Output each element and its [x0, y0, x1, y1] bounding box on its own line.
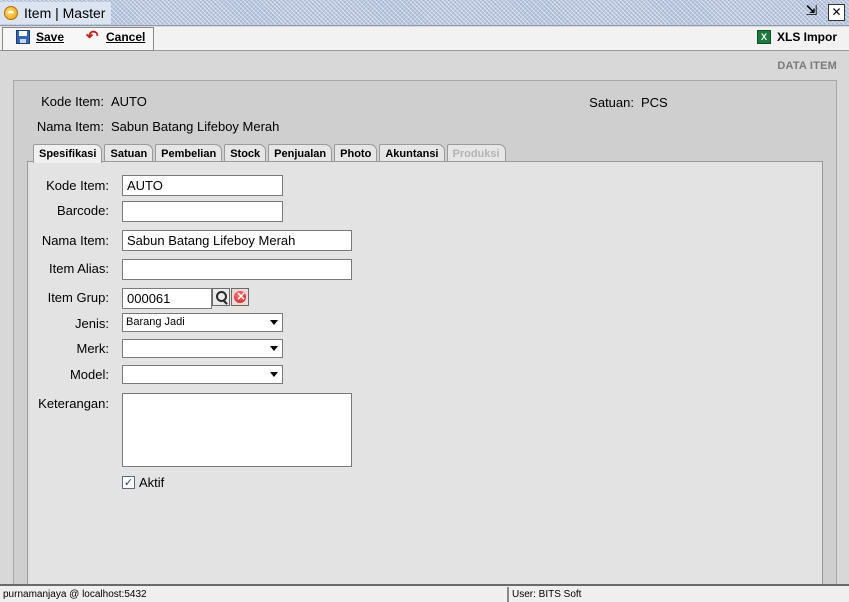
aktif-label: Aktif — [139, 475, 165, 490]
status-bar: purnamanjaya @ localhost:5432 User: BITS… — [0, 584, 849, 602]
barcode-label: Barcode: — [56, 203, 109, 218]
floppy-icon — [16, 30, 30, 44]
info-nama-item-label: Nama Item: — [36, 119, 104, 134]
aktif-checkbox[interactable]: ✓ — [122, 476, 135, 489]
item-alias-field[interactable] — [122, 259, 352, 280]
info-nama-item-value: Sabun Batang Lifeboy Merah — [111, 119, 280, 134]
tab-strip: Spesifikasi Satuan Pembelian Stock Penju… — [33, 144, 508, 163]
section-label: DATA ITEM — [777, 60, 837, 72]
save-button[interactable]: Save — [16, 30, 64, 44]
tab-satuan[interactable]: Satuan — [104, 144, 154, 162]
xls-import-label: XLS Impor — [777, 30, 838, 44]
close-icon[interactable]: ✕ — [828, 4, 845, 21]
model-label: Model: — [69, 367, 109, 382]
item-grup-field[interactable] — [122, 288, 212, 309]
title-bar: Item | Master ⇲ ✕ — [0, 0, 849, 26]
app-icon — [4, 6, 18, 20]
model-select[interactable] — [122, 365, 283, 384]
save-label: Save — [36, 30, 65, 44]
info-kode-item-label: Kode Item: — [41, 94, 104, 109]
clear-icon[interactable] — [231, 288, 249, 306]
tab-produksi: Produksi — [446, 144, 506, 162]
info-kode-item-value: AUTO — [111, 94, 147, 109]
excel-icon: X — [757, 30, 771, 44]
info-satuan-value: PCS — [641, 95, 668, 110]
jenis-label: Jenis: — [75, 316, 109, 331]
tab-photo[interactable]: Photo — [334, 144, 378, 162]
jenis-selected-value: Barang Jadi — [126, 316, 185, 328]
tab-penjualan[interactable]: Penjualan — [268, 144, 333, 162]
title-pill: Item | Master — [0, 2, 112, 24]
tab-akuntansi[interactable]: Akuntansi — [379, 144, 445, 162]
chevron-down-icon — [270, 320, 278, 325]
tab-pembelian[interactable]: Pembelian — [155, 144, 223, 162]
keterangan-textarea[interactable] — [122, 393, 352, 467]
cancel-label: Cancel — [106, 30, 146, 44]
toolbar: Save ↶ Cancel X XLS Impor — [0, 27, 849, 51]
item-grup-label: Item Grup: — [47, 290, 109, 305]
tab-stock[interactable]: Stock — [224, 144, 267, 162]
nama-item-label: Nama Item: — [41, 233, 109, 248]
xls-import-button[interactable]: X XLS Impor — [757, 30, 837, 44]
merk-label: Merk: — [76, 341, 110, 356]
kode-item-label: Kode Item: — [46, 178, 109, 193]
keterangan-label: Keterangan: — [38, 396, 109, 411]
merk-select[interactable] — [122, 339, 283, 358]
kode-item-field[interactable] — [122, 175, 283, 196]
status-connection: purnamanjaya @ localhost:5432 — [0, 587, 508, 602]
nama-item-field[interactable] — [122, 230, 352, 251]
chevron-down-icon — [270, 372, 278, 377]
magnifier-icon[interactable] — [212, 288, 230, 306]
info-satuan-label: Satuan: — [589, 95, 634, 110]
item-alias-label: Item Alias: — [49, 261, 109, 276]
status-user: User: BITS Soft — [508, 587, 849, 602]
restore-icon[interactable]: ⇲ — [803, 4, 820, 21]
cancel-button[interactable]: ↶ Cancel — [86, 28, 146, 45]
tab-spesifikasi[interactable]: Spesifikasi — [33, 144, 103, 163]
jenis-select[interactable]: Barang Jadi — [122, 313, 283, 332]
undo-icon: ↶ — [86, 28, 99, 45]
barcode-field[interactable] — [122, 201, 283, 222]
window-title: Item | Master — [24, 5, 106, 21]
chevron-down-icon — [270, 346, 278, 351]
